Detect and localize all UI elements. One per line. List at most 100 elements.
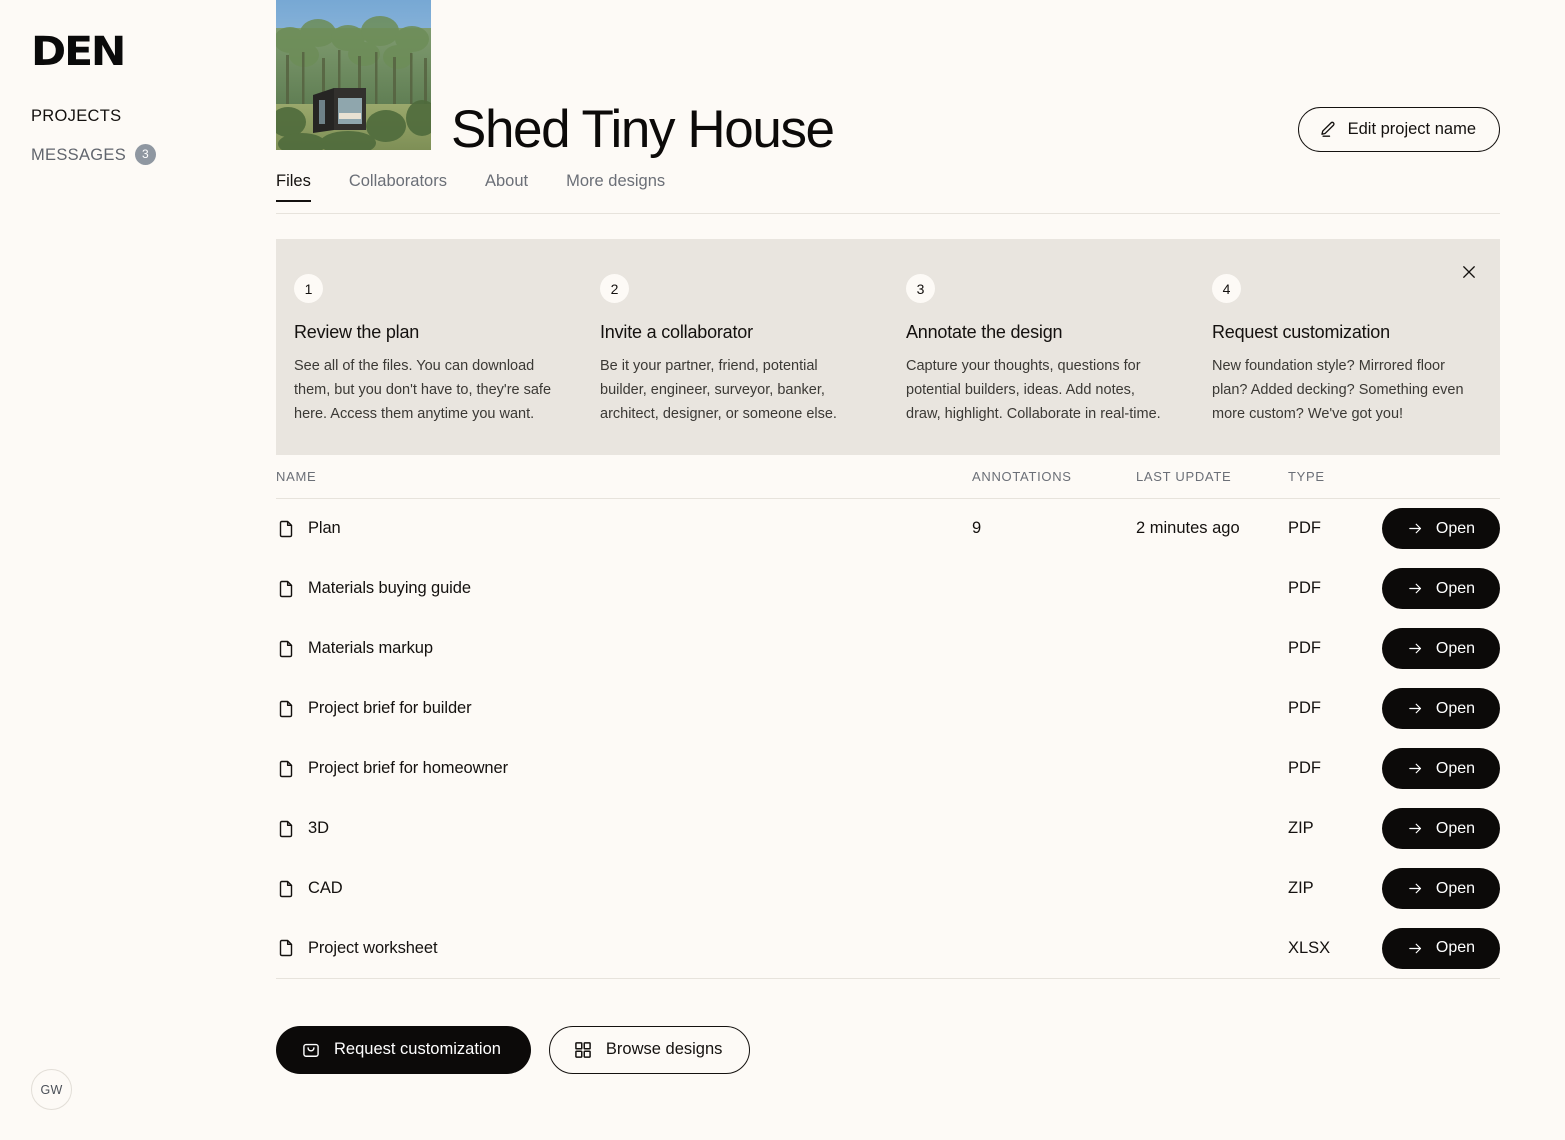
close-steps-button[interactable] [1454, 257, 1484, 287]
open-file-button[interactable]: Open [1382, 808, 1500, 849]
request-customization-button[interactable]: Request customization [276, 1025, 531, 1074]
open-file-label: Open [1435, 879, 1476, 897]
step-number-badge: 4 [1212, 274, 1241, 304]
tab-more-designs[interactable]: More designs [566, 172, 665, 202]
file-annotations: 9 [972, 519, 982, 537]
file-type: PDF [1288, 639, 1321, 657]
open-file-label: Open [1435, 639, 1476, 657]
table-row[interactable]: Project brief for homeowner PDF Open [276, 739, 1500, 799]
file-document-icon [276, 639, 296, 659]
step-title: Invite a collaborator [600, 322, 753, 343]
step-number-badge: 1 [294, 274, 323, 304]
arrow-right-icon [1407, 640, 1424, 657]
shopping-bag-icon [301, 1040, 321, 1060]
table-body: Plan 9 2 minutes ago PDF Open Materials buyin… [276, 499, 1500, 979]
file-type: PDF [1288, 519, 1321, 537]
table-row[interactable]: Project worksheet XLSX Open [276, 919, 1500, 979]
column-header-last-update: LAST UPDATE [1136, 468, 1232, 484]
sidebar-item-projects[interactable]: PROJECTS [31, 107, 276, 125]
step-body: See all of the files. You can download t… [294, 357, 552, 422]
table-row[interactable]: CAD ZIP Open [276, 859, 1500, 919]
column-header-annotations: ANNOTATIONS [972, 468, 1072, 484]
project-thumbnail[interactable] [276, 0, 431, 150]
file-type: XLSX [1288, 938, 1331, 957]
open-file-button[interactable]: Open [1382, 868, 1500, 909]
onboarding-steps-panel: 1 Review the plan See all of the files. … [276, 239, 1500, 455]
table-row[interactable]: 3D ZIP Open [276, 799, 1500, 859]
project-tabs: Files Collaborators About More designs [276, 172, 1565, 215]
file-name-cell: Project brief for homeowner [276, 759, 972, 779]
sidebar-item-messages-label: MESSAGES [31, 145, 127, 164]
step-body: New foundation style? Mirrored floor pla… [1212, 357, 1464, 422]
tab-collaborators[interactable]: Collaborators [349, 172, 447, 202]
step-title: Request customization [1212, 322, 1390, 343]
file-name: Project worksheet [308, 938, 438, 957]
den-logo[interactable]: DEN [31, 32, 291, 72]
file-document-icon [276, 699, 296, 719]
open-file-label: Open [1435, 939, 1476, 956]
arrow-right-icon [1407, 520, 1424, 537]
page-title: Shed Tiny House [451, 100, 835, 159]
open-file-button[interactable]: Open [1382, 748, 1500, 789]
files-table: NAME ANNOTATIONS LAST UPDATE TYPE Plan 9 2… [276, 455, 1500, 979]
open-file-button[interactable]: Open [1382, 628, 1500, 669]
file-document-icon [276, 938, 296, 958]
arrow-right-icon [1407, 760, 1424, 777]
request-customization-label: Request customization [334, 1040, 501, 1058]
step-title: Annotate the design [906, 322, 1063, 343]
table-row[interactable]: Plan 9 2 minutes ago PDF Open [276, 499, 1500, 559]
main-content: Shed Tiny House Edit project name Files … [276, 0, 1565, 1140]
file-name-cell: CAD [276, 879, 972, 899]
onboarding-step: 1 Review the plan See all of the files. … [276, 274, 582, 426]
onboarding-step: 3 Annotate the design Capture your thoug… [888, 274, 1194, 426]
file-name: Project brief for homeowner [308, 759, 508, 777]
open-file-button[interactable]: Open [1382, 688, 1500, 729]
app-root: DEN PROJECTS MESSAGES 3 GW Shed Tiny Hou… [0, 0, 1565, 1140]
table-row[interactable]: Materials markup PDF Open [276, 619, 1500, 679]
file-document-icon [276, 519, 296, 539]
step-number-badge: 2 [600, 274, 629, 304]
file-action-cell: Open [1378, 688, 1500, 729]
project-header: Shed Tiny House Edit project name [276, 0, 1565, 156]
messages-badge: 3 [135, 144, 157, 166]
step-number-badge: 3 [906, 274, 935, 304]
file-document-icon [276, 879, 296, 899]
step-title: Review the plan [294, 322, 420, 343]
footer-actions: Request customization Browse designs [276, 1025, 1565, 1074]
open-file-label: Open [1435, 819, 1476, 837]
tab-files[interactable]: Files [276, 172, 311, 203]
avatar[interactable]: GW [31, 1069, 72, 1110]
file-name-cell: Materials buying guide [276, 579, 972, 599]
file-name: Materials buying guide [308, 579, 471, 597]
arrow-right-icon [1407, 880, 1424, 897]
open-file-label: Open [1435, 519, 1476, 537]
open-file-label: Open [1435, 759, 1476, 777]
file-name: CAD [308, 879, 343, 897]
file-type: ZIP [1288, 879, 1314, 897]
step-body: Capture your thoughts, questions for pot… [906, 357, 1161, 422]
open-file-button[interactable]: Open [1382, 927, 1500, 969]
browse-designs-button[interactable]: Browse designs [548, 1025, 751, 1074]
open-file-button[interactable]: Open [1382, 508, 1500, 549]
file-document-icon [276, 759, 296, 779]
file-action-cell: Open [1378, 927, 1500, 969]
open-file-label: Open [1435, 579, 1476, 597]
file-action-cell: Open [1378, 868, 1500, 909]
step-body: Be it your partner, friend, potential bu… [600, 357, 837, 422]
edit-project-name-button[interactable]: Edit project name [1297, 107, 1500, 152]
file-name-cell: Project worksheet [276, 938, 972, 958]
tab-about[interactable]: About [485, 172, 528, 202]
table-row[interactable]: Project brief for builder PDF Open [276, 679, 1500, 739]
file-type: PDF [1288, 759, 1321, 777]
sidebar-nav: PROJECTS MESSAGES 3 [31, 107, 276, 166]
grid-icon [573, 1040, 593, 1060]
file-document-icon [276, 579, 296, 599]
file-action-cell: Open [1378, 628, 1500, 669]
sidebar: DEN PROJECTS MESSAGES 3 GW [0, 0, 276, 1140]
file-name-cell: Project brief for builder [276, 699, 972, 719]
file-name: Project brief for builder [308, 699, 472, 717]
open-file-button[interactable]: Open [1382, 568, 1500, 609]
pencil-icon [1318, 120, 1337, 139]
sidebar-item-messages[interactable]: MESSAGES 3 [31, 144, 276, 166]
table-row[interactable]: Materials buying guide PDF Open [276, 559, 1500, 619]
